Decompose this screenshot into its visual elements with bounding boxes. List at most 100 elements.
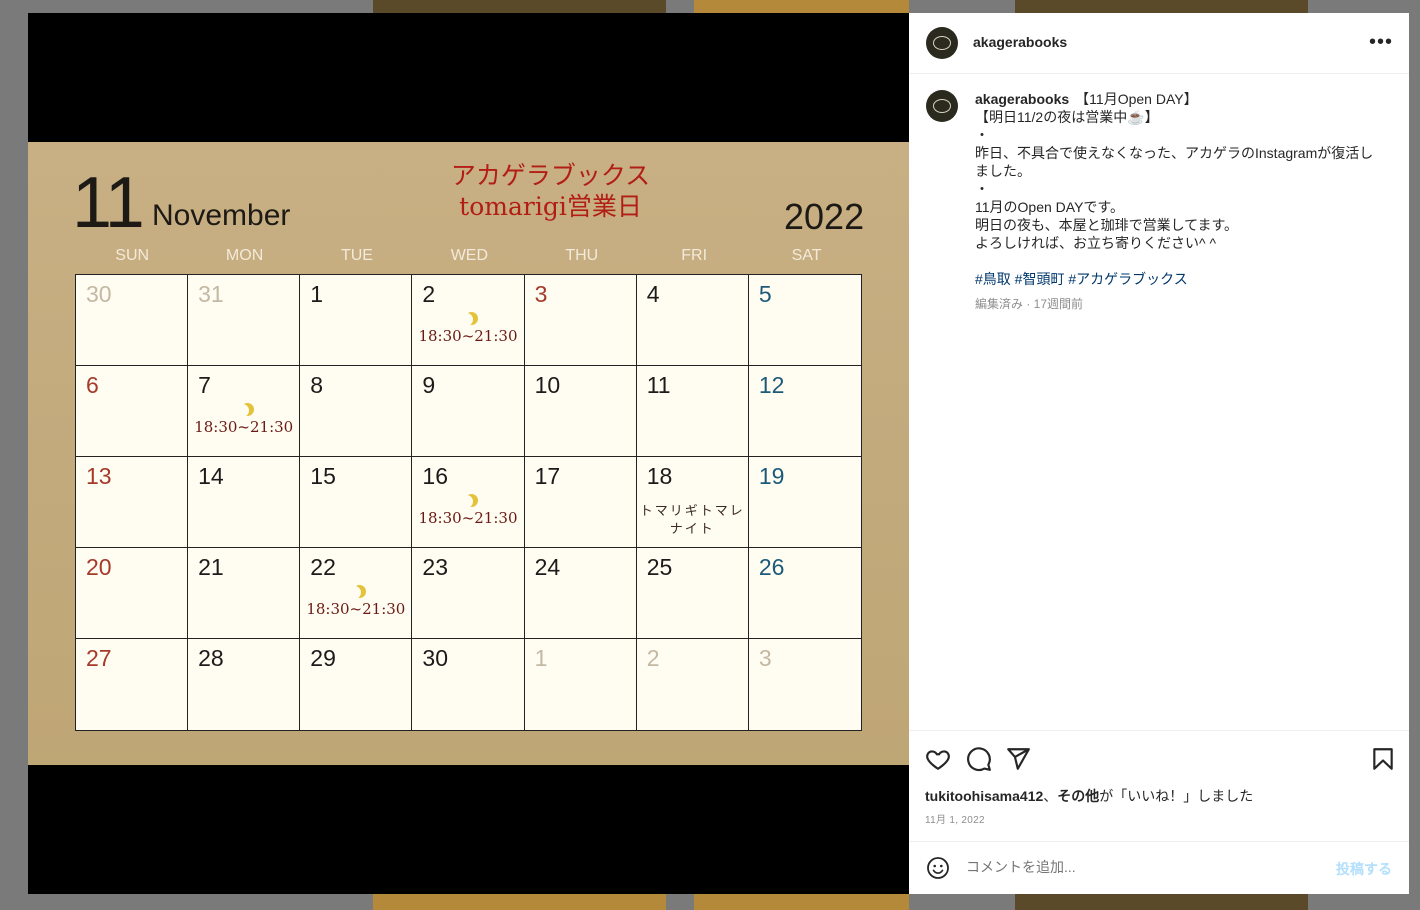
weekday-label: WED [450,247,489,264]
calendar-day-cell: 11 [636,366,749,457]
comment-bar: 投稿する [909,841,1409,895]
calendar-day-cell: 23 [412,548,525,639]
open-hours: 18:30~21:30 [418,327,518,345]
caption-line: よろしければ、お立ち寄りください^ ^ [975,235,1217,251]
calendar-day-number: 25 [646,554,673,580]
event-line: ナイト [669,522,715,537]
feed-thumbnail [1015,894,1308,910]
calendar-day-cell: 25 [636,548,749,639]
calendar-day-cell: 4 [636,275,749,366]
post-header: akagerabooks ••• [909,13,1409,74]
calendar-month-number: 11 [72,163,145,243]
calendar-day-cell: 18 トマリギトマレ ナイト [636,457,749,548]
calendar-day-cell: 2 18:30~21:30 [412,275,525,366]
weekday-label: SUN [115,247,150,264]
calendar-day-cell: 17 [524,457,637,548]
post-media[interactable]: 11 November アカゲラブックス tomarigi営業日 2022 SU… [28,13,909,894]
calendar-day-number: 3 [534,281,548,307]
calendar-shop-title: アカゲラブックス tomarigi営業日 [428,160,673,222]
calendar-day-cell: 8 [300,366,413,457]
weekday-label: SAT [791,247,822,264]
emoji-icon[interactable] [926,856,950,880]
calendar-day-cell: 1 [300,275,413,366]
moon-icon [460,495,473,508]
calendar-day-cell: 16 18:30~21:30 [412,457,525,548]
comment-icon[interactable] [966,746,992,772]
avatar[interactable] [926,90,958,122]
likes-user[interactable]: tukitoohisama412 [925,788,1043,804]
weekday-label: THU [565,247,599,264]
calendar-month-name: November [152,199,291,232]
feed-thumbnail [373,894,666,910]
calendar-day-cell: 22 18:30~21:30 [300,548,413,639]
calendar-day-cell: 13 [76,457,189,548]
calendar-day-cell: 30 [412,639,525,730]
open-hours: 18:30~21:30 [306,600,406,618]
avatar[interactable] [926,27,958,59]
calendar-day-number: 11 [646,372,671,398]
header-username[interactable]: akagerabooks [973,34,1067,50]
calendar-year: 2022 [784,196,865,237]
open-hours: 18:30~21:30 [194,418,294,436]
calendar-day-cell: 15 [300,457,413,548]
calendar-day-number: 14 [198,463,224,489]
caption-title: 【11月Open DAY】 [1075,91,1198,107]
shop-subtitle: tomarigi営業日 [459,192,642,221]
moon-icon [348,586,361,599]
hashtags[interactable]: #鳥取 #智頭町 #アカゲラブックス [975,270,1385,288]
calendar-day-cell: 19 [748,457,861,548]
calendar-day-number: 30 [86,281,112,307]
heart-icon[interactable] [925,746,951,772]
calendar-day-number: 7 [198,372,211,398]
calendar-day-number: 24 [534,554,561,580]
caption-line: 明日の夜も、本屋と珈琲で営業してます。 [975,217,1239,233]
calendar-day-cell: 26 [748,548,861,639]
post-meta: 編集済み · 17週間前 [975,297,1084,311]
calendar-day-cell: 9 [412,366,525,457]
calendar-day-number: 28 [198,645,224,671]
comment-input[interactable] [964,858,1298,876]
more-options-icon[interactable]: ••• [1369,31,1393,54]
calendar-day-number: 31 [198,281,224,307]
calendar-day-number: 27 [86,645,112,671]
feed-thumbnail [694,894,909,910]
calendar-day-number: 1 [534,645,548,671]
calendar-day-number: 19 [758,463,785,489]
moon-icon [460,313,473,326]
weekday-header: SUN MON TUE WED THU FRI SAT [76,247,863,271]
calendar-day-cell: 30 [76,275,189,366]
post-date[interactable]: 11月 1, 2022 [925,811,985,826]
calendar-day-number: 26 [758,554,785,580]
calendar-day-cell: 3 [748,639,861,730]
caption-username[interactable]: akagerabooks [975,91,1069,107]
calendar-day-number: 5 [758,281,772,307]
calendar-day-cell: 2 [636,639,749,730]
calendar-day-number: 6 [86,372,99,398]
post-caption: akagerabooks 【11月Open DAY】 【明日11/2の夜は営業中☕… [975,90,1385,288]
calendar-day-cell: 12 [748,366,861,457]
calendar-day-number: 2 [422,281,436,307]
calendar-day-number: 16 [422,463,449,489]
likes-others[interactable]: その他 [1057,788,1099,804]
calendar-day-cell: 21 [188,548,301,639]
calendar-day-number: 8 [310,372,324,398]
calendar-day-number: 21 [198,554,224,580]
post-comment-button[interactable]: 投稿する [1336,859,1392,879]
calendar-day-number: 9 [422,372,436,398]
calendar-day-number: 4 [646,281,660,307]
calendar-day-number: 12 [758,372,785,398]
calendar-day-cell: 31 [188,275,301,366]
weekday-label: MON [225,247,264,264]
calendar-day-number: 10 [534,372,561,398]
calendar-day-cell: 1 [524,639,637,730]
calendar-day-number: 13 [86,463,112,489]
caption-line: ・ [975,127,989,143]
calendar-day-cell: 20 [76,548,189,639]
calendar-day-number: 29 [310,645,336,671]
calendar-day-cell: 24 [524,548,637,639]
share-icon[interactable] [1005,746,1031,772]
bookmark-icon[interactable] [1370,746,1396,772]
calendar-day-number: 15 [310,463,336,489]
calendar-day-cell: 6 [76,366,189,457]
calendar-day-number: 23 [422,554,449,580]
